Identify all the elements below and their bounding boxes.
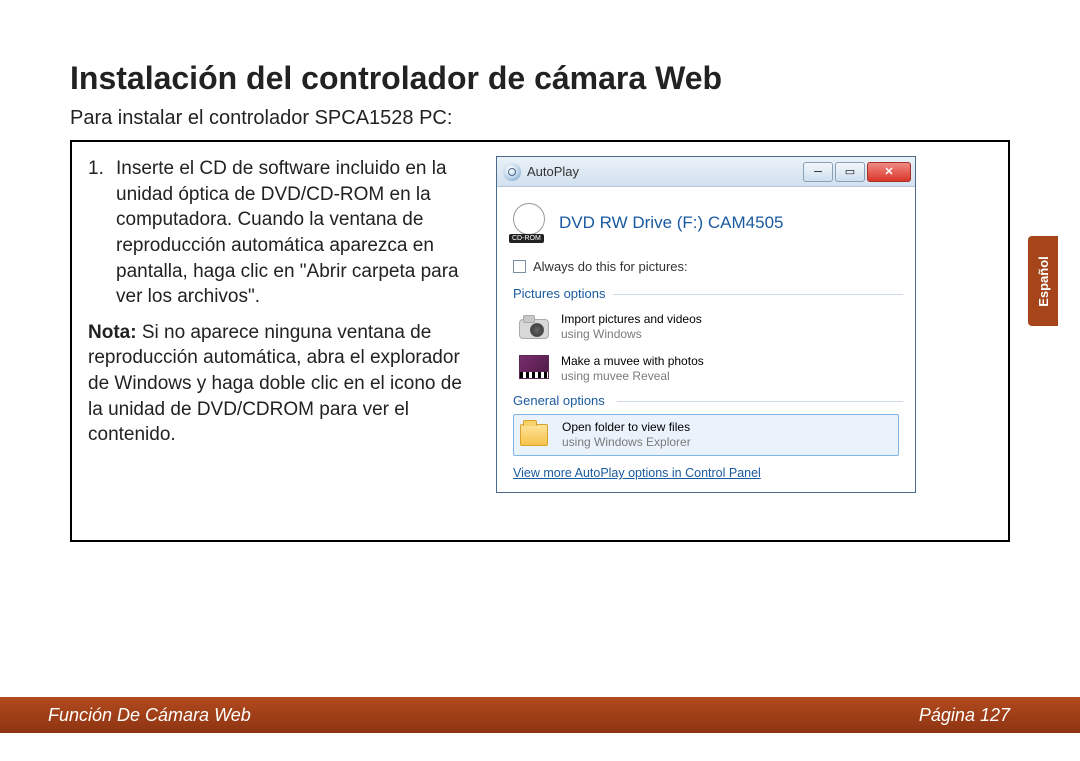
instructions-column: 1. Inserte el CD de software inclu­ido e… [88, 156, 478, 526]
pictures-options-header: Pictures options [513, 286, 903, 301]
screenshot-column: AutoPlay ─ ▭ ✕ CD-ROM DVD RW Drive (F:) … [496, 156, 992, 526]
cdrom-icon: CD-ROM [509, 203, 549, 243]
window-title: AutoPlay [527, 164, 797, 179]
view-more-link[interactable]: View more AutoPlay options in Control Pa… [513, 466, 899, 480]
maximize-button[interactable]: ▭ [835, 162, 865, 182]
folder-icon [520, 421, 552, 449]
always-do-this-label: Always do this for pictures: [533, 259, 688, 274]
page-footer: Función De Cámara Web Página 127 [0, 697, 1080, 733]
autoplay-window: AutoPlay ─ ▭ ✕ CD-ROM DVD RW Drive (F:) … [496, 156, 916, 493]
option-title: Open folder to view files [562, 420, 691, 435]
checkbox-icon[interactable] [513, 260, 526, 273]
option-subtitle: using Windows Explorer [562, 435, 691, 450]
footer-section: Función De Cámara Web [48, 705, 251, 726]
autoplay-body: CD-ROM DVD RW Drive (F:) CAM4505 Always … [497, 187, 915, 492]
window-controls: ─ ▭ ✕ [803, 162, 911, 182]
drive-row: CD-ROM DVD RW Drive (F:) CAM4505 [509, 203, 903, 243]
step-number: 1. [88, 156, 116, 310]
step-text: Inserte el CD de software inclu­ido en l… [116, 156, 478, 310]
step-1: 1. Inserte el CD de software inclu­ido e… [88, 156, 478, 310]
option-make-muvee[interactable]: Make a muvee with photos using muvee Rev… [513, 349, 899, 389]
option-open-folder[interactable]: Open folder to view files using Windows … [513, 414, 899, 456]
drive-label: DVD RW Drive (F:) CAM4505 [559, 213, 784, 233]
general-options-header: General options [513, 393, 903, 408]
option-import-pictures[interactable]: Import pictures and videos using Windows [513, 307, 899, 347]
close-button[interactable]: ✕ [867, 162, 911, 182]
minimize-button[interactable]: ─ [803, 162, 833, 182]
option-subtitle: using muvee Reveal [561, 369, 704, 384]
page-title: Instalación del controlador de cámara We… [70, 60, 1010, 97]
film-icon [519, 355, 551, 383]
cdrom-label: CD-ROM [509, 234, 544, 243]
content-box: 1. Inserte el CD de software inclu­ido e… [70, 140, 1010, 542]
note-block: Nota: Si no aparece ninguna ven­tana de … [88, 320, 478, 448]
camera-icon [519, 313, 551, 341]
language-tab-label: Español [1036, 256, 1051, 307]
titlebar: AutoPlay ─ ▭ ✕ [497, 157, 915, 187]
language-tab[interactable]: Español [1028, 236, 1058, 326]
option-title: Make a muvee with photos [561, 354, 704, 369]
autoplay-icon [503, 163, 521, 181]
footer-page: Página 127 [919, 705, 1010, 726]
note-text: Si no aparece ninguna ven­tana de reprod… [88, 322, 462, 446]
option-subtitle: using Windows [561, 327, 702, 342]
always-do-this-row[interactable]: Always do this for pictures: [513, 259, 903, 274]
page-subtitle: Para instalar el controlador SPCA1528 PC… [70, 107, 1010, 130]
option-title: Import pictures and videos [561, 312, 702, 327]
note-label: Nota: [88, 322, 137, 343]
